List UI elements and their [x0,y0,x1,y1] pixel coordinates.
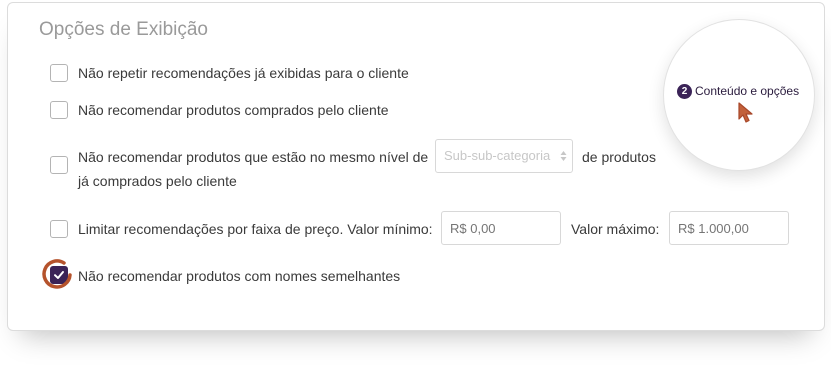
option-label-same-level-suffix: de produtos [582,149,656,165]
annotation-circle-icon [42,259,72,289]
callout-label: Conteúdo e opções [695,84,800,98]
section-title: Opções de Exibição [39,19,208,40]
step-badge: 2 [677,84,692,99]
max-price-input[interactable] [669,211,789,245]
option-label-price-range: Limitar recomendações por faixa de preço… [78,221,433,237]
checkbox-no-repeat[interactable] [50,64,68,82]
checkbox-price-range[interactable] [50,220,68,238]
display-options-card: Opções de Exibição Não repetir recomenda… [7,2,825,331]
category-level-value: Sub-sub-categoria [444,148,551,163]
category-level-select[interactable]: Sub-sub-categoria [435,139,573,173]
option-label-same-level: Não recomendar produtos que estão no mes… [78,149,429,165]
max-price-label: Valor máximo: [571,221,660,237]
min-price-input[interactable] [441,211,561,245]
option-label-no-repeat: Não repetir recomendações já exibidas pa… [78,65,409,81]
callout-bubble: 2 Conteúdo e opções [663,19,815,171]
checkbox-same-level[interactable] [50,156,68,174]
option-label-similar-names: Não recomendar produtos com nomes semelh… [78,268,401,284]
select-arrows-icon [560,151,567,161]
option-label-same-level-line2: já comprados pelo cliente [78,173,237,189]
cursor-icon [738,102,753,123]
checkbox-no-purchased[interactable] [50,101,68,119]
option-label-no-purchased: Não recomendar produtos comprados pelo c… [78,102,389,118]
